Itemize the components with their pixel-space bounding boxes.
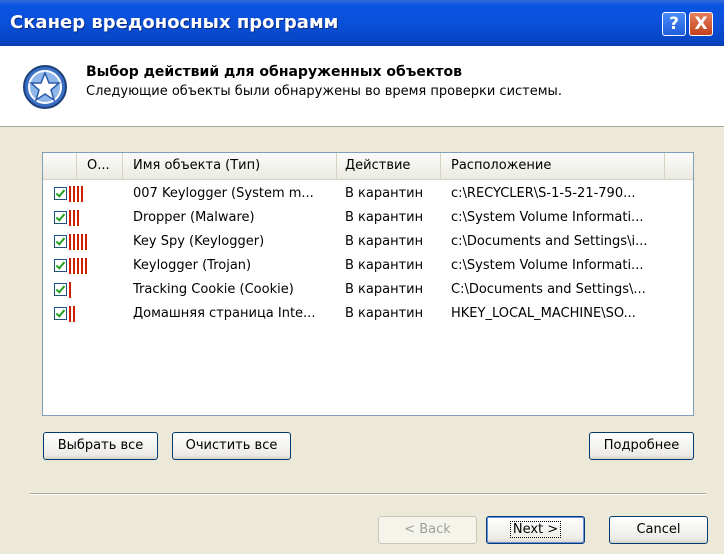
wizard-header: Выбор действий для обнаруженных объектов… <box>0 46 724 127</box>
action-cell: В карантин <box>345 282 424 297</box>
row-checkbox[interactable] <box>54 187 67 200</box>
star-shield-icon <box>23 65 67 109</box>
table-row[interactable]: Keylogger (Trojan) В карантин c:\System Vo… <box>43 254 693 277</box>
action-cell: В карантин <box>345 234 424 249</box>
severity-bar <box>69 186 71 202</box>
location-cell: HKEY_LOCAL_MACHINE\SO... <box>451 306 636 321</box>
location-cell: c:\Documents and Settings\i... <box>451 234 648 249</box>
location-cell: c:\System Volume Informati... <box>451 258 644 273</box>
cancel-button[interactable]: Cancel <box>609 516 708 544</box>
severity-bar <box>81 186 83 202</box>
severity-bar <box>69 234 71 250</box>
severity-bar <box>69 282 71 298</box>
severity-bars-icon <box>69 234 89 250</box>
column-header-location[interactable]: Расположение <box>441 153 665 179</box>
table-row[interactable]: Key Spy (Keylogger) В карантин c:\Document… <box>43 230 693 253</box>
select-all-button[interactable]: Выбрать все <box>43 432 158 460</box>
severity-bar <box>69 210 71 226</box>
list-header: О... Имя объекта (Тип) Действие Располож… <box>43 153 693 180</box>
column-header-name[interactable]: Имя объекта (Тип) <box>123 153 337 179</box>
scanner-dialog: Сканер вредоносных программ ? X Выбор де… <box>0 0 724 554</box>
severity-bar <box>77 210 79 226</box>
object-name-cell: Dropper (Malware) <box>133 210 255 225</box>
severity-bar <box>73 258 75 274</box>
header-subtitle: Следующие объекты были обнаружены во вре… <box>86 84 562 99</box>
action-cell: В карантин <box>345 186 424 201</box>
severity-bar <box>77 258 79 274</box>
action-cell: В карантин <box>345 210 424 225</box>
severity-bar <box>81 234 83 250</box>
column-header-action[interactable]: Действие <box>337 153 441 179</box>
title-bar[interactable]: Сканер вредоносных программ ? X <box>0 0 724 46</box>
object-name-cell: Домашняя страница Inte... <box>133 306 316 321</box>
object-name-cell: 007 Keylogger (System m... <box>133 186 314 201</box>
location-cell: c:\RECYCLER\S-1-5-21-790... <box>451 186 636 201</box>
column-header-severity[interactable]: О... <box>77 153 123 179</box>
table-row[interactable]: 007 Keylogger (System m... В карантин c:\R… <box>43 182 693 205</box>
table-row[interactable]: Домашняя страница Inte... В карантин HKEY_… <box>43 302 693 325</box>
severity-bar <box>73 186 75 202</box>
severity-bar <box>69 306 71 322</box>
severity-bar <box>81 258 83 274</box>
header-title: Выбор действий для обнаруженных объектов <box>86 64 462 80</box>
row-checkbox[interactable] <box>54 259 67 272</box>
help-button[interactable]: ? <box>662 12 686 36</box>
clear-all-button[interactable]: Очистить все <box>172 432 291 460</box>
next-button[interactable]: Next > <box>486 516 585 544</box>
severity-bar <box>69 258 71 274</box>
action-cell: В карантин <box>345 258 424 273</box>
table-row[interactable]: Dropper (Malware) В карантин c:\System Vol… <box>43 206 693 229</box>
window-title: Сканер вредоносных программ <box>10 12 339 33</box>
severity-bars-icon <box>69 306 77 322</box>
severity-bar <box>73 234 75 250</box>
location-cell: c:\System Volume Informati... <box>451 210 644 225</box>
row-checkbox[interactable] <box>54 307 67 320</box>
location-cell: C:\Documents and Settings\... <box>451 282 646 297</box>
object-name-cell: Keylogger (Trojan) <box>133 258 252 273</box>
row-checkbox[interactable] <box>54 211 67 224</box>
severity-bar <box>77 234 79 250</box>
severity-bars-icon <box>69 186 85 202</box>
next-button-label: Next > <box>509 521 562 538</box>
details-button[interactable]: Подробнее <box>589 432 694 460</box>
severity-bar <box>77 186 79 202</box>
severity-bars-icon <box>69 258 89 274</box>
severity-bar <box>85 258 87 274</box>
object-name-cell: Tracking Cookie (Cookie) <box>133 282 294 297</box>
close-button[interactable]: X <box>689 12 713 36</box>
row-checkbox[interactable] <box>54 283 67 296</box>
row-checkbox[interactable] <box>54 235 67 248</box>
detected-objects-list[interactable]: О... Имя объекта (Тип) Действие Располож… <box>42 152 694 416</box>
severity-bar <box>73 210 75 226</box>
separator <box>30 493 706 495</box>
severity-bar <box>73 306 75 322</box>
back-button[interactable]: < Back <box>378 516 477 544</box>
severity-bars-icon <box>69 282 73 298</box>
severity-bars-icon <box>69 210 81 226</box>
table-row[interactable]: Tracking Cookie (Cookie) В карантин C:\Doc… <box>43 278 693 301</box>
severity-bar <box>85 234 87 250</box>
object-name-cell: Key Spy (Keylogger) <box>133 234 265 249</box>
action-cell: В карантин <box>345 306 424 321</box>
